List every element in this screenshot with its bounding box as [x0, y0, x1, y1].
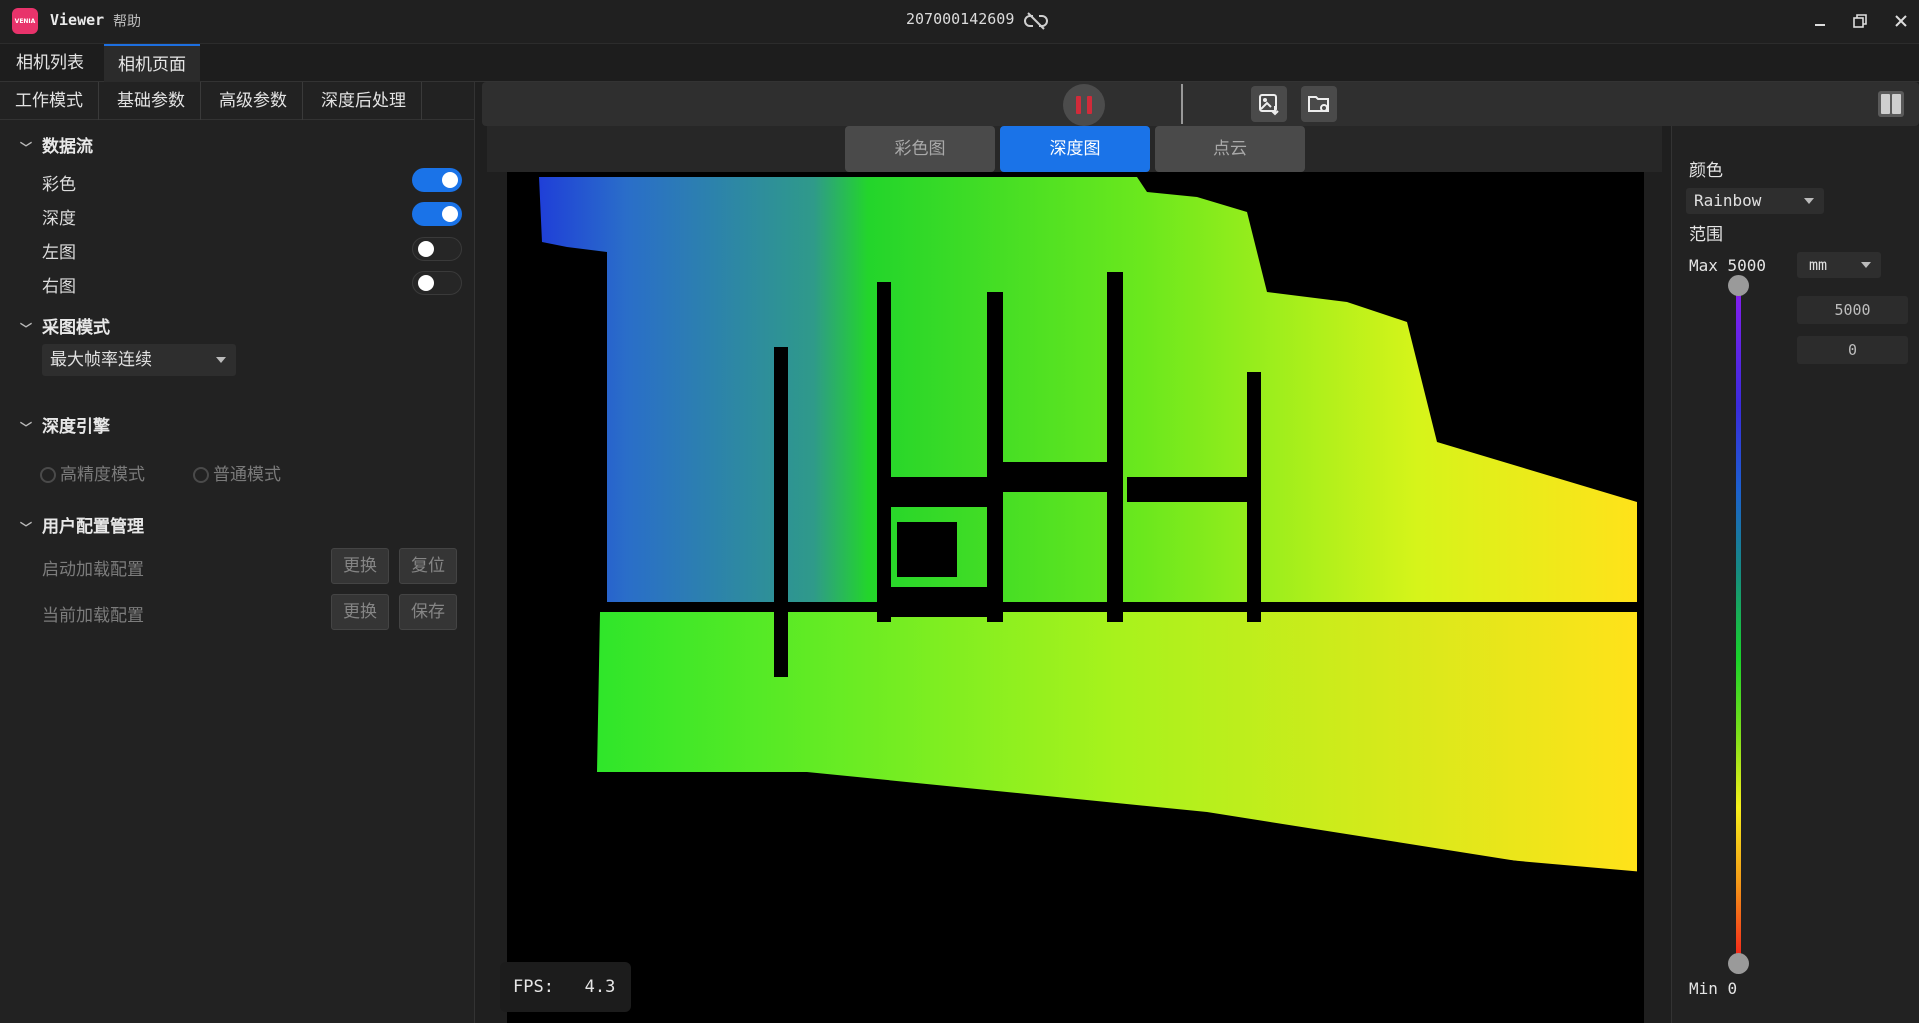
startup-config-label: 启动加载配置 [42, 560, 144, 580]
toolbar-divider [1181, 84, 1183, 124]
stream-label-left: 左图 [42, 243, 76, 263]
chevron-down-icon: ﹀ [20, 322, 33, 336]
colormap-select[interactable]: Rainbow [1686, 188, 1824, 214]
current-config-label: 当前加载配置 [42, 606, 144, 626]
subtab-depth-postprocess[interactable]: 深度后处理 [306, 82, 422, 120]
chevron-down-icon: ﹀ [20, 141, 33, 155]
dropdown-arrow-icon [1804, 198, 1814, 204]
folder-settings-button[interactable] [1301, 86, 1337, 122]
radio-high-precision[interactable]: 高精度模式 [40, 460, 145, 485]
colormap-panel: 颜色 Rainbow 范围 Max 5000 mm 5000 0 Min 0 [1671, 126, 1919, 1023]
max-slider-handle[interactable] [1728, 275, 1749, 296]
range-label: 范围 [1689, 225, 1723, 245]
chevron-down-icon: ﹀ [20, 421, 33, 435]
startup-config-reset-button[interactable]: 复位 [399, 548, 457, 584]
current-config-change-button[interactable]: 更换 [331, 594, 389, 630]
min-value-input[interactable]: 0 [1797, 336, 1908, 364]
save-image-button[interactable] [1251, 86, 1287, 122]
max-value-input[interactable]: 5000 [1797, 296, 1908, 324]
restore-icon[interactable] [1849, 10, 1871, 32]
fps-readout: FPS: 4.3 [500, 962, 631, 1012]
radio-circle-icon [40, 467, 56, 483]
subtab-advanced-params[interactable]: 高级参数 [204, 82, 303, 120]
section-data-stream[interactable]: ﹀ 数据流 [20, 132, 93, 157]
left-settings-panel: 工作模式 基础参数 高级参数 深度后处理 ﹀ 数据流 彩色 深度 左图 右图 ﹀ 采… [0, 82, 475, 1023]
tab-camera-list[interactable]: 相机列表 [2, 44, 98, 82]
help-menu[interactable]: 帮助 [113, 11, 141, 31]
stream-label-right: 右图 [42, 277, 76, 297]
min-label: Min 0 [1689, 979, 1738, 998]
capture-mode-select[interactable]: 最大帧率连续 [42, 344, 236, 376]
depth-map-image [507, 172, 1644, 1023]
unit-select[interactable]: mm [1797, 252, 1881, 278]
right-stream-toggle[interactable] [412, 271, 462, 295]
panel-toggle-icon[interactable] [1878, 91, 1904, 117]
settings-subtabs: 工作模式 基础参数 高级参数 深度后处理 [0, 82, 475, 120]
tab-depth-image[interactable]: 深度图 [1000, 126, 1150, 172]
tab-color-image[interactable]: 彩色图 [845, 126, 995, 172]
pause-button[interactable] [1063, 84, 1105, 126]
current-config-save-button[interactable]: 保存 [399, 594, 457, 630]
section-depth-engine[interactable]: ﹀ 深度引擎 [20, 412, 110, 437]
colormap-gradient-bar [1736, 284, 1741, 964]
stream-label-depth: 深度 [42, 209, 76, 229]
left-stream-toggle[interactable] [412, 237, 462, 261]
startup-config-change-button[interactable]: 更换 [331, 548, 389, 584]
camera-serial: 207000142609 [906, 10, 1015, 28]
page-tabs: 相机列表 相机页面 [0, 44, 1919, 82]
depth-image-canvas[interactable] [507, 172, 1644, 1023]
title-bar: VENIA Viewer 帮助 207000142609 [0, 0, 1919, 44]
minimize-icon[interactable] [1809, 10, 1831, 32]
section-capture-mode[interactable]: ﹀ 采图模式 [20, 313, 110, 338]
section-user-config[interactable]: ﹀ 用户配置管理 [20, 512, 144, 537]
subtab-work-mode[interactable]: 工作模式 [0, 82, 99, 120]
link-broken-icon[interactable] [1024, 9, 1048, 33]
tab-camera-page[interactable]: 相机页面 [104, 44, 200, 82]
folder-settings-icon [1308, 96, 1329, 112]
color-stream-toggle[interactable] [412, 168, 462, 192]
color-label: 颜色 [1689, 161, 1723, 181]
save-image-icon [1259, 94, 1279, 116]
viewer-toolbar [482, 82, 1919, 126]
app-logo: VENIA [12, 8, 38, 34]
dropdown-arrow-icon [216, 357, 226, 363]
view-tabs: 彩色图 深度图 点云 [487, 126, 1662, 172]
close-icon[interactable] [1890, 10, 1912, 32]
app-title: Viewer [50, 11, 105, 29]
depth-stream-toggle[interactable] [412, 202, 462, 226]
min-slider-handle[interactable] [1728, 953, 1749, 974]
chevron-down-icon: ﹀ [20, 521, 33, 535]
dropdown-arrow-icon [1861, 262, 1871, 268]
max-label: Max 5000 [1689, 256, 1767, 275]
radio-normal-mode[interactable]: 普通模式 [193, 460, 281, 485]
stream-label-color: 彩色 [42, 175, 76, 195]
tab-point-cloud[interactable]: 点云 [1155, 126, 1305, 172]
radio-circle-icon [193, 467, 209, 483]
subtab-basic-params[interactable]: 基础参数 [102, 82, 201, 120]
